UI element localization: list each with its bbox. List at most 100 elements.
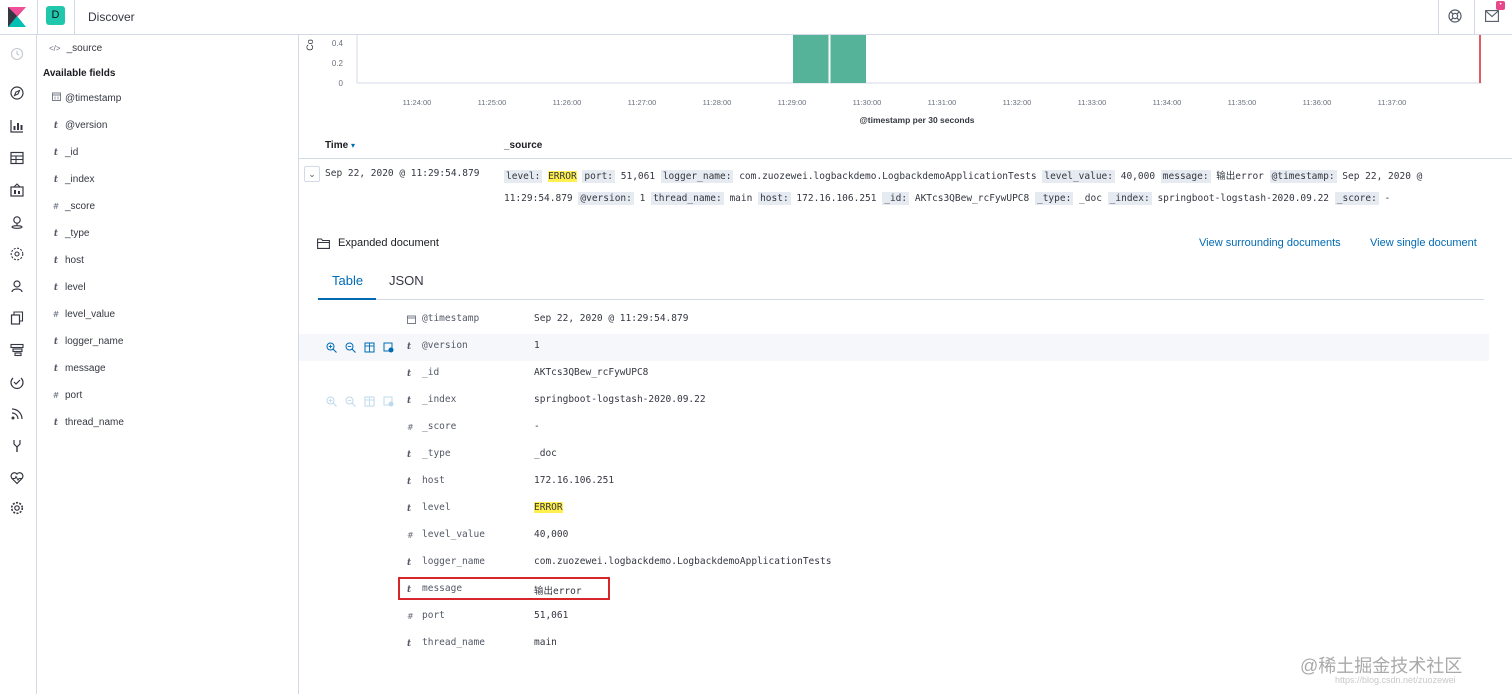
tab-json[interactable]: JSON <box>389 273 424 288</box>
help-icon[interactable] <box>1448 9 1462 23</box>
sidebar-item-label: _source <box>66 43 103 54</box>
doc-table-row[interactable]: # _score - <box>299 415 1489 442</box>
sidebar-field-item[interactable]: t _id <box>51 146 78 160</box>
sidebar-field-name: host <box>65 255 84 266</box>
source-value: main <box>729 193 753 204</box>
source-value: ERROR <box>548 171 577 182</box>
newsfeed-mail-icon[interactable] <box>1485 10 1499 22</box>
row-timestamp: Sep 22, 2020 @ 11:29:54.879 <box>325 168 480 179</box>
string-type-icon: t <box>407 369 412 379</box>
sidebar-field-item[interactable]: # level_value <box>51 308 115 322</box>
maps-icon[interactable] <box>10 215 24 229</box>
y-axis-label: Co <box>305 39 315 51</box>
row-expand-toggle-icon[interactable]: ⌄ <box>304 166 320 182</box>
uptime-icon[interactable] <box>10 375 24 389</box>
sidebar-field-item[interactable]: # _score <box>51 200 95 214</box>
source-key: @version: <box>578 192 634 205</box>
sidebar-field-item[interactable]: t _index <box>51 173 95 187</box>
x-tick-label: 11:30:00 <box>853 98 882 107</box>
management-gear-icon[interactable] <box>10 501 24 515</box>
filter-for-value-icon[interactable] <box>326 396 337 407</box>
doc-table-row[interactable]: t _index springboot-logstash-2020.09.22 <box>299 388 1489 415</box>
machine-learning-icon[interactable] <box>10 247 24 261</box>
string-type-icon: t <box>407 477 412 487</box>
monitoring-heart-icon[interactable] <box>10 471 24 485</box>
divider <box>74 0 75 35</box>
x-tick-label: 11:33:00 <box>1078 98 1107 107</box>
folder-open-icon <box>317 238 330 249</box>
sidebar-field-name: @timestamp <box>65 93 122 104</box>
string-type-icon: t <box>407 639 412 649</box>
doc-table-row[interactable]: # level_value 40,000 <box>299 523 1489 550</box>
sidebar-field-item[interactable]: @timestamp <box>51 92 121 106</box>
x-tick-label: 11:26:00 <box>553 98 582 107</box>
filter-for-value-icon[interactable] <box>326 342 337 353</box>
string-type-icon: t <box>407 558 412 568</box>
number-type-icon: # <box>52 310 60 319</box>
logs-icon[interactable] <box>10 311 24 325</box>
column-header-time[interactable]: Time ▾ <box>325 140 355 151</box>
watermark-url: https://blog.csdn.net/zuozewei <box>1335 675 1456 685</box>
doc-table-row[interactable]: @timestamp Sep 22, 2020 @ 11:29:54.879 <box>299 307 1489 334</box>
dashboard-icon[interactable] <box>10 151 24 165</box>
recent-clock-icon[interactable] <box>10 47 24 61</box>
space-avatar-button[interactable]: D <box>46 6 65 25</box>
histogram-chart[interactable]: 0.4 0.2 0 Co 11:24:00 11:25:00 11:26:00 11:27:0… <box>299 35 1512 130</box>
doc-field-value: - <box>534 421 540 432</box>
sidebar-field-item[interactable]: t host <box>51 254 84 268</box>
x-tick-label: 11:32:00 <box>1003 98 1032 107</box>
source-key: _index: <box>1107 192 1152 205</box>
doc-table-row[interactable]: t level ERROR <box>299 496 1489 523</box>
sidebar-field-item[interactable]: t _type <box>51 227 90 241</box>
sidebar-field-item[interactable]: t logger_name <box>51 335 123 349</box>
filter-exists-icon[interactable] <box>383 342 394 353</box>
divider <box>37 0 38 35</box>
view-surrounding-documents-link[interactable]: View surrounding documents <box>1199 237 1341 249</box>
sidebar-field-item[interactable]: t message <box>51 362 106 376</box>
sidebar-field-item[interactable]: t thread_name <box>51 416 124 430</box>
tab-table[interactable]: Table <box>332 273 363 288</box>
visualize-chart-icon[interactable] <box>10 119 24 133</box>
siem-icon[interactable] <box>10 407 24 421</box>
sidebar-field-item[interactable]: # port <box>51 389 83 403</box>
x-tick-label: 11:34:00 <box>1153 98 1182 107</box>
discover-compass-icon[interactable] <box>10 86 24 100</box>
source-key: level_value: <box>1042 170 1115 183</box>
source-value: springboot-logstash-2020.09.22 <box>1157 193 1330 204</box>
view-single-document-link[interactable]: View single document <box>1370 237 1477 249</box>
doc-field-name: _id <box>422 367 440 378</box>
kibana-logo-icon[interactable] <box>8 7 26 27</box>
sidebar-field-item[interactable]: t level <box>51 281 86 295</box>
doc-table-row[interactable]: t logger_name com.zuozewei.logbackdemo.Log… <box>299 550 1489 577</box>
canvas-icon[interactable] <box>10 183 24 197</box>
y-tick-label: 0.4 <box>332 39 344 48</box>
string-type-icon: t <box>53 283 59 293</box>
source-key: _id: <box>882 192 910 205</box>
doc-table-row[interactable]: t _type _doc <box>299 442 1489 469</box>
active-tab-indicator <box>318 298 376 300</box>
toggle-column-icon[interactable] <box>364 342 375 353</box>
doc-table-row[interactable]: t host 172.16.106.251 <box>299 469 1489 496</box>
doc-field-value: 40,000 <box>534 529 569 540</box>
doc-field-name: port <box>422 610 445 621</box>
y-tick-label: 0.2 <box>332 59 344 68</box>
dev-tools-icon[interactable] <box>10 439 24 453</box>
infrastructure-icon[interactable] <box>10 279 24 293</box>
filter-out-value-icon[interactable] <box>345 396 356 407</box>
doc-table-row[interactable]: # port 51,061 <box>299 604 1489 631</box>
sidebar-field-item[interactable]: t @version <box>51 119 107 133</box>
doc-table-row[interactable]: t _id AKTcs3QBew_rcFywUPC8 <box>299 361 1489 388</box>
breadcrumb-discover: Discover <box>88 10 135 24</box>
doc-table-row[interactable]: t @version 1 <box>299 334 1489 361</box>
toggle-column-icon[interactable] <box>364 396 375 407</box>
filter-out-value-icon[interactable] <box>345 342 356 353</box>
sort-down-icon[interactable]: ▾ <box>351 141 355 150</box>
apm-icon[interactable] <box>10 343 24 357</box>
sidebar-field-name: _score <box>65 201 96 212</box>
filter-exists-icon[interactable] <box>383 396 394 407</box>
sidebar-item-source[interactable]: </> _source <box>49 43 102 54</box>
sidebar-field-name: thread_name <box>65 417 124 428</box>
x-tick-label: 11:37:00 <box>1378 98 1407 107</box>
calendar-icon <box>51 92 61 106</box>
number-type-icon: # <box>407 423 414 432</box>
